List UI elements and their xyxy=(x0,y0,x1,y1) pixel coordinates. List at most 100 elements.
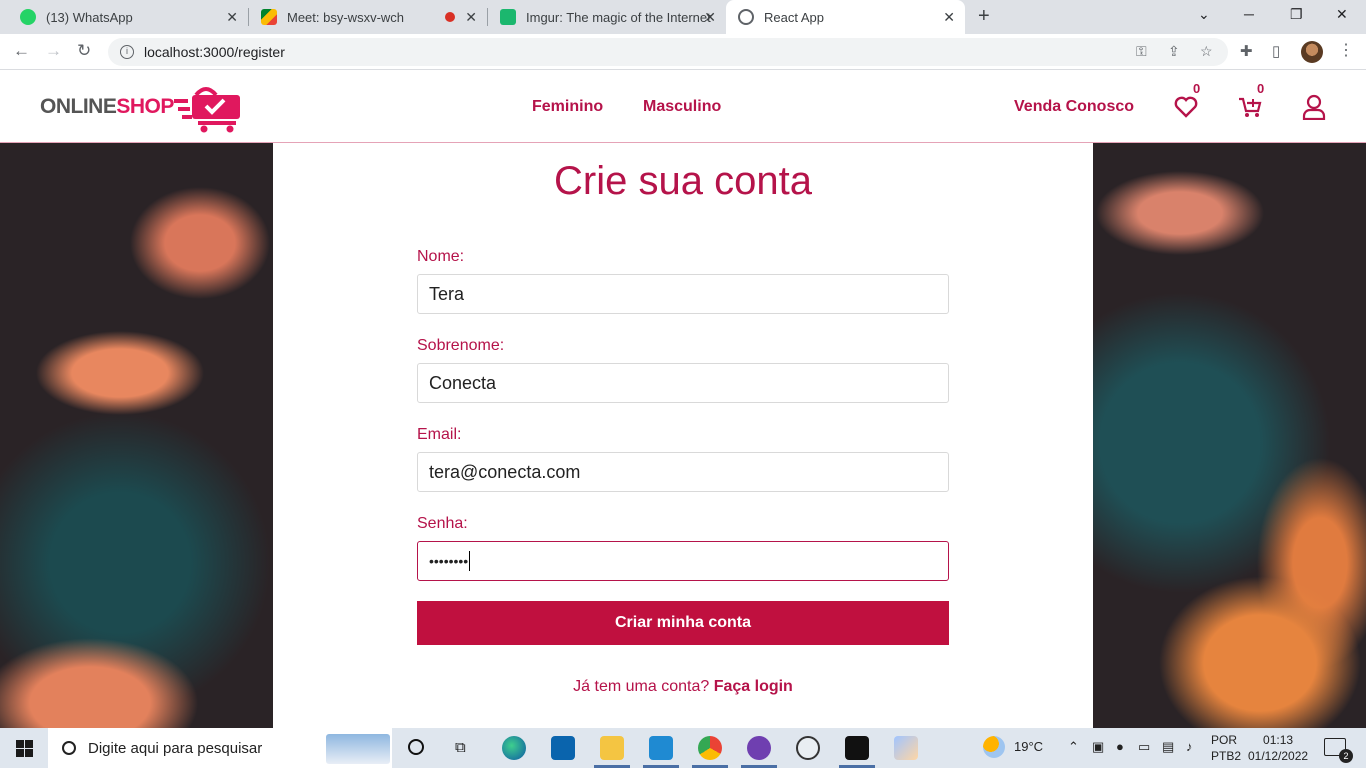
url-input[interactable]: i localhost:3000/register xyxy=(108,38,1228,66)
tab-meet[interactable]: Meet: bsy-wsxv-wch ✕ xyxy=(249,0,487,34)
globe-icon xyxy=(738,9,754,25)
weather-icon[interactable] xyxy=(983,736,1005,758)
close-window-icon[interactable]: ✕ xyxy=(1336,6,1348,23)
sobrenome-input[interactable]: Conecta xyxy=(417,363,949,403)
search-highlight-image xyxy=(326,734,390,764)
meet-icon xyxy=(261,9,277,25)
edge-icon[interactable] xyxy=(502,736,526,760)
cart-icon[interactable] xyxy=(1238,95,1262,119)
address-bar-row: ← → ↻ i localhost:3000/register ⚿ ⇪ ☆ ✚ … xyxy=(0,34,1366,70)
url-text: localhost:3000/register xyxy=(144,44,285,60)
whatsapp-icon xyxy=(20,9,36,25)
input-language[interactable]: POR PTB2 xyxy=(1211,732,1241,764)
nav-venda-conosco[interactable]: Venda Conosco xyxy=(1014,98,1134,116)
page-title: Crie sua conta xyxy=(554,159,812,203)
logo[interactable]: ONLINESHOP xyxy=(40,95,174,119)
tab-title: Imgur: The magic of the Internet xyxy=(526,9,711,25)
notification-count: 2 xyxy=(1339,749,1353,763)
site-info-icon[interactable]: i xyxy=(120,45,134,59)
email-label: Email: xyxy=(417,426,462,443)
profile-avatar[interactable] xyxy=(1301,41,1323,63)
github-desktop-icon[interactable] xyxy=(747,736,771,760)
vscode-icon[interactable] xyxy=(649,736,673,760)
logo-text-online: ONLINE xyxy=(40,95,117,118)
tab-title: React App xyxy=(764,9,824,25)
user-icon[interactable] xyxy=(1302,94,1326,120)
back-icon[interactable]: ← xyxy=(13,41,30,61)
recording-icon xyxy=(445,12,455,22)
reload-icon[interactable]: ↻ xyxy=(77,41,91,61)
volume-icon[interactable]: ♪ xyxy=(1186,739,1193,754)
key-icon[interactable]: ⚿ xyxy=(1136,43,1147,60)
star-icon[interactable]: ☆ xyxy=(1200,43,1213,60)
device-icon[interactable]: ▣ xyxy=(1092,739,1104,755)
language-code: POR xyxy=(1211,733,1238,747)
search-icon xyxy=(62,741,76,755)
login-prompt-line: Já tem uma conta? Faça login xyxy=(273,678,1093,696)
favorites-count: 0 xyxy=(1193,81,1201,96)
close-tab-icon[interactable]: ✕ xyxy=(943,9,955,26)
restore-icon[interactable]: ❐ xyxy=(1290,6,1303,23)
new-tab-icon[interactable]: + xyxy=(978,5,990,28)
mail-icon[interactable] xyxy=(551,736,575,760)
side-panel-icon[interactable]: ▯ xyxy=(1272,42,1280,60)
close-tab-icon[interactable]: ✕ xyxy=(226,9,238,26)
nome-input[interactable]: Tera xyxy=(417,274,949,314)
criar-conta-button[interactable]: Criar minha conta xyxy=(417,601,949,645)
tab-title: Meet: bsy-wsxv-wch xyxy=(287,9,405,25)
network-icon[interactable]: ▤ xyxy=(1162,739,1174,755)
senha-input[interactable]: •••••••• xyxy=(417,541,949,581)
tab-imgur[interactable]: Imgur: The magic of the Internet ✕ xyxy=(488,0,726,34)
storage-icon[interactable]: ▭ xyxy=(1138,739,1150,755)
microphone-icon[interactable]: ● xyxy=(1116,739,1124,754)
terminal-icon[interactable] xyxy=(845,736,869,760)
sobrenome-label: Sobrenome: xyxy=(417,337,505,354)
sobrenome-value: Conecta xyxy=(429,372,497,393)
clock[interactable]: 01:13 01/12/2022 xyxy=(1248,732,1308,764)
nav-masculino[interactable]: Masculino xyxy=(643,98,721,116)
extensions-icon[interactable]: ✚ xyxy=(1240,42,1253,60)
senha-label: Senha: xyxy=(417,515,468,532)
site-header: ONLINESHOP Feminino Masculino Venda Cono… xyxy=(0,71,1366,143)
search-placeholder: Digite aqui para pesquisar xyxy=(88,739,263,757)
tab-whatsapp[interactable]: (13) WhatsApp ✕ xyxy=(8,0,248,34)
imgur-icon xyxy=(500,9,516,25)
keyboard-layout: PTB2 xyxy=(1211,749,1242,763)
tab-search-icon[interactable]: ⌄ xyxy=(1198,6,1210,23)
chrome-icon[interactable] xyxy=(698,736,722,760)
senha-value: •••••••• xyxy=(429,553,469,569)
paint-icon[interactable] xyxy=(894,736,918,760)
notification-center-icon[interactable]: 2 xyxy=(1324,738,1353,763)
share-icon[interactable]: ⇪ xyxy=(1168,43,1180,60)
clock-time: 01:13 xyxy=(1263,733,1294,747)
windows-start-icon[interactable] xyxy=(16,740,33,757)
text-caret xyxy=(469,551,471,571)
taskbar: Digite aqui para pesquisar ⧉ 19°C ⌃ ▣ ● … xyxy=(0,728,1366,768)
file-explorer-icon[interactable] xyxy=(600,736,624,760)
browser-tab-bar: (13) WhatsApp ✕ Meet: bsy-wsxv-wch ✕ Img… xyxy=(0,0,1366,34)
clock-date: 01/12/2022 xyxy=(1248,749,1309,763)
minimize-icon[interactable]: ─ xyxy=(1244,6,1254,22)
cortana-icon[interactable] xyxy=(408,739,424,755)
chevron-up-icon[interactable]: ⌃ xyxy=(1068,739,1079,755)
tab-title: (13) WhatsApp xyxy=(46,9,133,25)
task-view-icon[interactable]: ⧉ xyxy=(455,739,466,756)
close-tab-icon[interactable]: ✕ xyxy=(704,9,716,26)
shopping-cart-logo-icon xyxy=(174,87,240,133)
app-icon[interactable] xyxy=(796,736,820,760)
logo-text-shop: SHOP xyxy=(116,95,174,118)
forward-icon[interactable]: → xyxy=(45,41,62,61)
heart-icon[interactable] xyxy=(1174,96,1198,118)
register-card: Crie sua conta Nome: Tera Sobrenome: Con… xyxy=(273,143,1093,728)
login-prompt: Já tem uma conta? xyxy=(573,678,710,695)
close-tab-icon[interactable]: ✕ xyxy=(465,9,477,26)
nome-label: Nome: xyxy=(417,248,465,265)
nav-feminino[interactable]: Feminino xyxy=(532,98,603,116)
nome-value: Tera xyxy=(429,283,465,304)
email-input[interactable]: tera@conecta.com xyxy=(417,452,949,492)
email-value: tera@conecta.com xyxy=(429,461,581,482)
menu-icon[interactable]: ⋮ xyxy=(1338,40,1354,60)
login-link[interactable]: Faça login xyxy=(714,678,793,695)
weather-temperature[interactable]: 19°C xyxy=(1014,739,1043,754)
tab-react-app[interactable]: React App ✕ xyxy=(726,0,965,34)
